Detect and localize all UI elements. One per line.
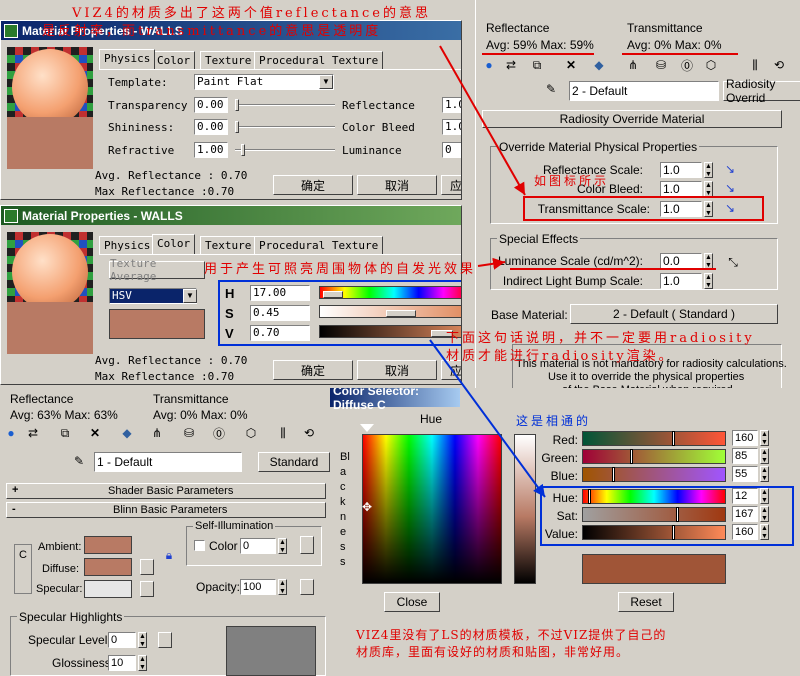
red-arrow-to-transmittance bbox=[439, 45, 526, 196]
annotation-arrows bbox=[429, 45, 546, 498]
red-arrow-to-luminance bbox=[477, 257, 506, 270]
blue-arrow-to-hsv bbox=[429, 339, 546, 498]
tab-physics[interactable]: Physics bbox=[99, 49, 156, 69]
tab-color-2[interactable]: Color bbox=[152, 234, 196, 254]
